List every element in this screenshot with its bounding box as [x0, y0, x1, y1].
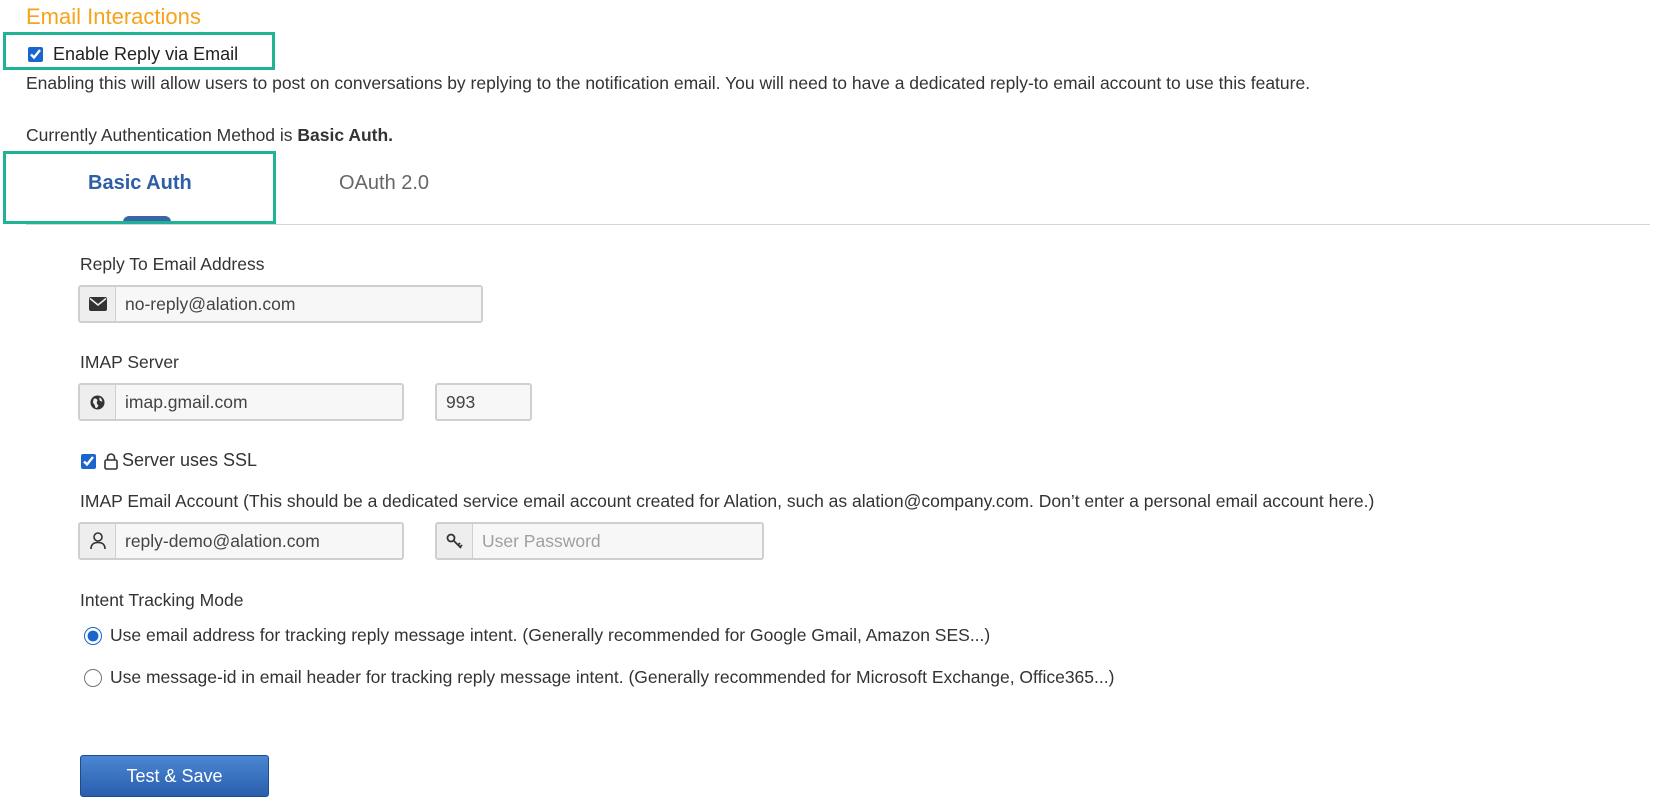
imap-server-label: IMAP Server [80, 352, 179, 372]
globe-icon [80, 385, 116, 419]
enable-reply-checkbox[interactable] [28, 47, 43, 62]
intent-option-label: Use message-id in email header for track… [110, 667, 1115, 687]
imap-password-input-group [435, 522, 764, 560]
intent-radio-message-id[interactable] [84, 668, 102, 687]
user-icon [80, 524, 116, 558]
imap-port-input[interactable] [435, 383, 532, 421]
imap-account-input-group [78, 522, 404, 560]
enable-reply-label: Enable Reply via Email [53, 44, 239, 64]
email-interactions-page: Email Interactions Enable Reply via Emai… [0, 0, 1666, 812]
intent-radio-email-address[interactable] [84, 626, 102, 645]
reply-to-input-group [78, 285, 483, 323]
auth-status-text: Currently Authentication Method is Basic… [26, 125, 393, 146]
ssl-checkbox[interactable] [81, 454, 96, 469]
auth-status-method: Basic Auth. [297, 125, 394, 145]
tab-oauth[interactable]: OAuth 2.0 [339, 172, 429, 195]
test-and-save-button[interactable]: Test & Save [80, 755, 269, 797]
enable-reply-help-text: Enabling this will allow users to post o… [26, 73, 1311, 93]
key-icon [437, 524, 473, 558]
reply-to-email-input[interactable] [116, 287, 481, 321]
imap-server-input-group [78, 383, 404, 421]
intent-option-email-address[interactable]: Use email address for tracking reply mes… [84, 625, 990, 646]
enable-reply-row[interactable]: Enable Reply via Email [28, 44, 238, 65]
imap-host-input[interactable] [116, 385, 402, 419]
intent-tracking-label: Intent Tracking Mode [80, 590, 244, 610]
imap-account-label: IMAP Email Account (This should be a ded… [80, 491, 1375, 511]
imap-password-input[interactable] [473, 524, 762, 558]
tab-basic-auth[interactable]: Basic Auth [88, 172, 192, 195]
imap-email-input[interactable] [116, 524, 402, 558]
reply-to-label: Reply To Email Address [80, 254, 265, 274]
section-title: Email Interactions [26, 4, 201, 29]
intent-option-message-id[interactable]: Use message-id in email header for track… [84, 667, 1114, 688]
auth-status-prefix: Currently Authentication Method is [26, 125, 298, 145]
ssl-row[interactable]: Server uses SSL [81, 450, 257, 471]
intent-option-label: Use email address for tracking reply mes… [110, 625, 991, 645]
ssl-label: Server uses SSL [122, 450, 258, 470]
envelope-icon [80, 287, 116, 321]
lock-icon [104, 452, 118, 470]
active-tab-indicator [123, 216, 171, 224]
auth-tabs: Basic Auth OAuth 2.0 [26, 160, 1650, 225]
